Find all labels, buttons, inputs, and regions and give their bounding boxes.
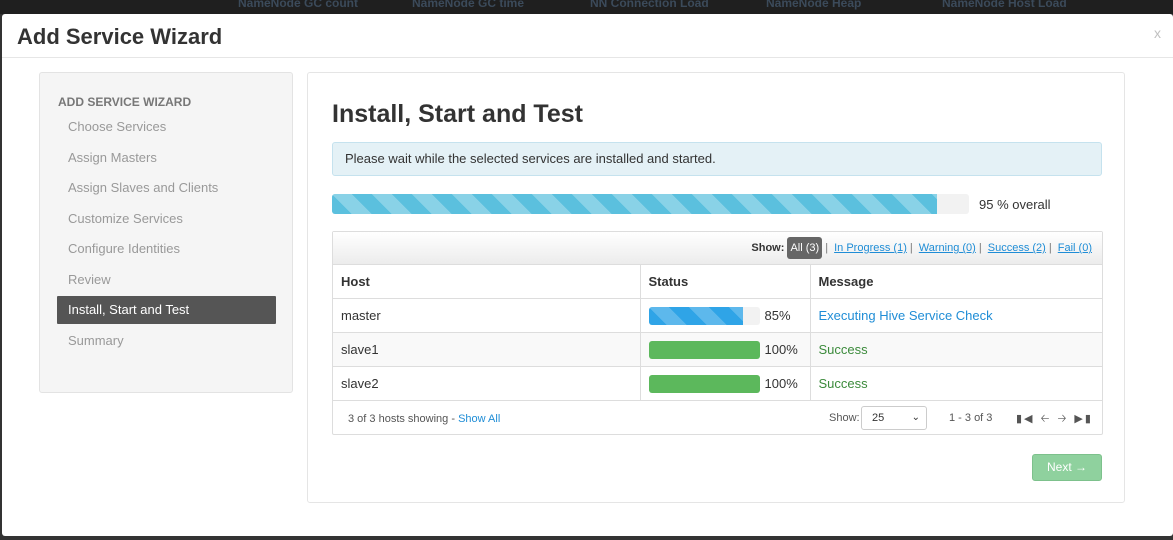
status-filter-bar: Show: All (3) | In Progress (1) | Warning … [333, 232, 1102, 265]
page-size-select[interactable]: 25 ⌄ [861, 406, 927, 430]
step-choose-services[interactable]: Choose Services [57, 112, 276, 143]
wizard-steps: Choose Services Assign Masters Assign Sl… [57, 112, 276, 356]
step-configure-identities[interactable]: Configure Identities [57, 234, 276, 265]
bg-column-header: NameNode Heap [766, 0, 862, 10]
table-row: slave2 100% Success [333, 365, 1102, 400]
host-message[interactable]: Executing Hive Service Check [809, 297, 1102, 332]
table-row: master 85% Executing Hive Service Check [333, 297, 1102, 332]
chevron-down-icon: ⌄ [911, 412, 920, 423]
overall-progress-bar [332, 194, 969, 214]
background-table-header: NameNode GC count NameNode GC time NN Co… [0, 0, 1173, 14]
sidebar-heading: ADD SERVICE WIZARD [58, 95, 192, 109]
modal-title: Add Service Wizard [17, 24, 223, 49]
host-progress-percent: 100% [764, 341, 798, 357]
pagination: ▮◀ 🡠 🡢 ▶▮ [1016, 410, 1099, 429]
step-customize-services[interactable]: Customize Services [57, 204, 276, 235]
first-page-icon[interactable]: ▮◀ [1016, 413, 1035, 425]
page-size-value: 25 [872, 412, 885, 424]
host-progress-percent: 100% [764, 375, 798, 391]
hosts-panel: Show: All (3) | In Progress (1) | Warning … [332, 231, 1103, 435]
status-cell: 100% [639, 365, 810, 400]
host-progress-fill [648, 340, 760, 359]
host-name: slave2 [333, 365, 640, 400]
hosts-showing-text: 3 of 3 hosts showing [348, 413, 449, 425]
message-link[interactable]: Success [819, 342, 868, 357]
column-header-status[interactable]: Status [639, 265, 810, 299]
host-progress-bar [648, 374, 760, 393]
step-assign-masters[interactable]: Assign Masters [57, 143, 276, 174]
filter-in-progress[interactable]: In Progress (1) [834, 242, 907, 254]
bg-column-header: NameNode GC count [238, 0, 359, 10]
column-header-message[interactable]: Message [809, 265, 1102, 299]
table-footer: 3 of 3 hosts showing - Show All Show: 25… [333, 400, 1102, 434]
message-link[interactable]: Success [819, 376, 868, 391]
bg-column-header: NameNode GC time [412, 0, 525, 10]
modal-header: Add Service Wizard x [2, 14, 1173, 58]
host-progress-fill [648, 374, 760, 393]
bg-column-header: NN Connection Load [590, 0, 709, 10]
overall-progress-fill [332, 194, 938, 214]
host-name: master [333, 297, 640, 332]
page-title: Install, Start and Test [332, 100, 583, 128]
wizard-content: Install, Start and Test Please wait whil… [307, 72, 1125, 503]
next-button[interactable]: Next → [1032, 454, 1102, 481]
host-message[interactable]: Success [809, 365, 1102, 400]
page-range: 1 - 3 of 3 [949, 412, 993, 424]
step-summary[interactable]: Summary [57, 326, 276, 357]
add-service-wizard-modal: Add Service Wizard x ADD SERVICE WIZARD … [2, 14, 1173, 536]
status-cell: 100% [639, 331, 810, 366]
step-install-start-test[interactable]: Install, Start and Test [57, 296, 276, 324]
host-message[interactable]: Success [809, 331, 1102, 366]
overall-progress-label: 95 % overall [979, 197, 1051, 212]
wizard-sidebar: ADD SERVICE WIZARD Choose Services Assig… [39, 72, 293, 393]
filter-fail[interactable]: Fail (0) [1058, 242, 1092, 254]
host-name: slave1 [333, 331, 640, 366]
step-review[interactable]: Review [57, 265, 276, 296]
host-progress-fill [648, 306, 743, 325]
previous-page-icon[interactable]: 🡠 [1041, 413, 1052, 425]
filter-warning[interactable]: Warning (0) [919, 242, 976, 254]
show-all-link[interactable]: Show All [458, 413, 500, 425]
hosts-table: Host Status Message master 85% Executing… [333, 265, 1102, 400]
next-page-icon[interactable]: 🡢 [1057, 413, 1068, 425]
host-progress-percent: 85% [764, 307, 791, 323]
host-progress-bar [648, 306, 760, 325]
filter-success[interactable]: Success (2) [988, 242, 1046, 254]
message-link[interactable]: Executing Hive Service Check [819, 308, 993, 323]
hosts-count: 3 of 3 hosts showing - Show All [348, 413, 501, 425]
table-row: slave1 100% Success [333, 331, 1102, 366]
bg-column-header: NameNode Host Load [942, 0, 1067, 10]
close-button[interactable]: x [1154, 25, 1161, 41]
host-progress-bar [648, 340, 760, 359]
page-size-label: Show: [829, 412, 860, 424]
info-alert: Please wait while the selected services … [332, 142, 1102, 176]
step-assign-slaves-clients[interactable]: Assign Slaves and Clients [57, 173, 276, 204]
filter-all[interactable]: All (3) [787, 237, 823, 259]
last-page-icon[interactable]: ▶▮ [1074, 413, 1093, 425]
column-header-host[interactable]: Host [333, 265, 640, 299]
filter-show-label: Show: [751, 242, 785, 254]
status-cell: 85% [639, 297, 810, 332]
